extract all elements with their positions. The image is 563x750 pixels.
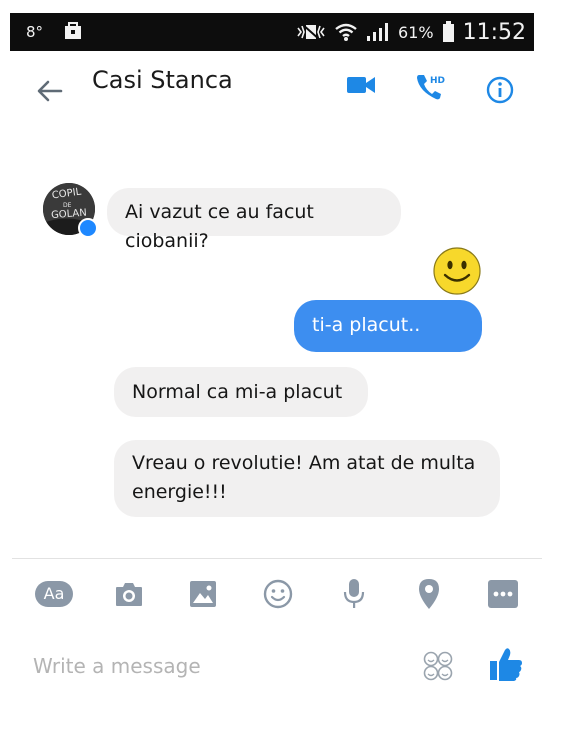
- back-arrow-icon[interactable]: [35, 76, 65, 106]
- shopping-bag-icon: [62, 20, 84, 46]
- more-icon[interactable]: [488, 580, 518, 612]
- incoming-message[interactable]: Vreau o revolutie! Am atat de multa ener…: [114, 440, 500, 517]
- camera-icon[interactable]: [114, 580, 144, 612]
- status-bar: 8° 61% 11:52: [10, 13, 534, 51]
- info-icon[interactable]: [486, 76, 514, 108]
- messenger-badge-icon: [78, 218, 98, 238]
- incoming-message[interactable]: Ai vazut ce au facut ciobanii?: [107, 188, 401, 252]
- video-call-icon[interactable]: [346, 73, 376, 101]
- conversation-header: Casi Stanca HD: [0, 51, 563, 131]
- battery-icon: [442, 21, 455, 43]
- stickers-icon[interactable]: [422, 650, 454, 686]
- gallery-icon[interactable]: [189, 580, 217, 612]
- text-style-icon[interactable]: Aa: [35, 581, 73, 607]
- like-thumbs-up-icon[interactable]: [489, 646, 523, 686]
- microphone-icon[interactable]: [343, 578, 365, 614]
- emoji-icon[interactable]: [263, 579, 293, 613]
- composer-divider: [12, 558, 542, 559]
- contact-name[interactable]: Casi Stanca: [92, 66, 233, 94]
- outgoing-message[interactable]: ti-a placut..: [294, 300, 482, 352]
- signal-strength-icon: [366, 22, 390, 42]
- clock: 11:52: [462, 19, 526, 45]
- temperature-indicator: 8°: [26, 23, 44, 41]
- message-input[interactable]: [33, 650, 363, 682]
- vibrate-mute-icon: [296, 22, 326, 42]
- smiley-emoji[interactable]: [432, 246, 482, 300]
- battery-percent: 61%: [398, 22, 434, 42]
- location-icon[interactable]: [417, 578, 441, 614]
- wifi-icon: [334, 22, 358, 42]
- hd-voice-call-icon[interactable]: HD: [414, 71, 446, 107]
- svg-text:HD: HD: [430, 76, 445, 86]
- incoming-message[interactable]: Normal ca mi-a placut: [114, 367, 368, 417]
